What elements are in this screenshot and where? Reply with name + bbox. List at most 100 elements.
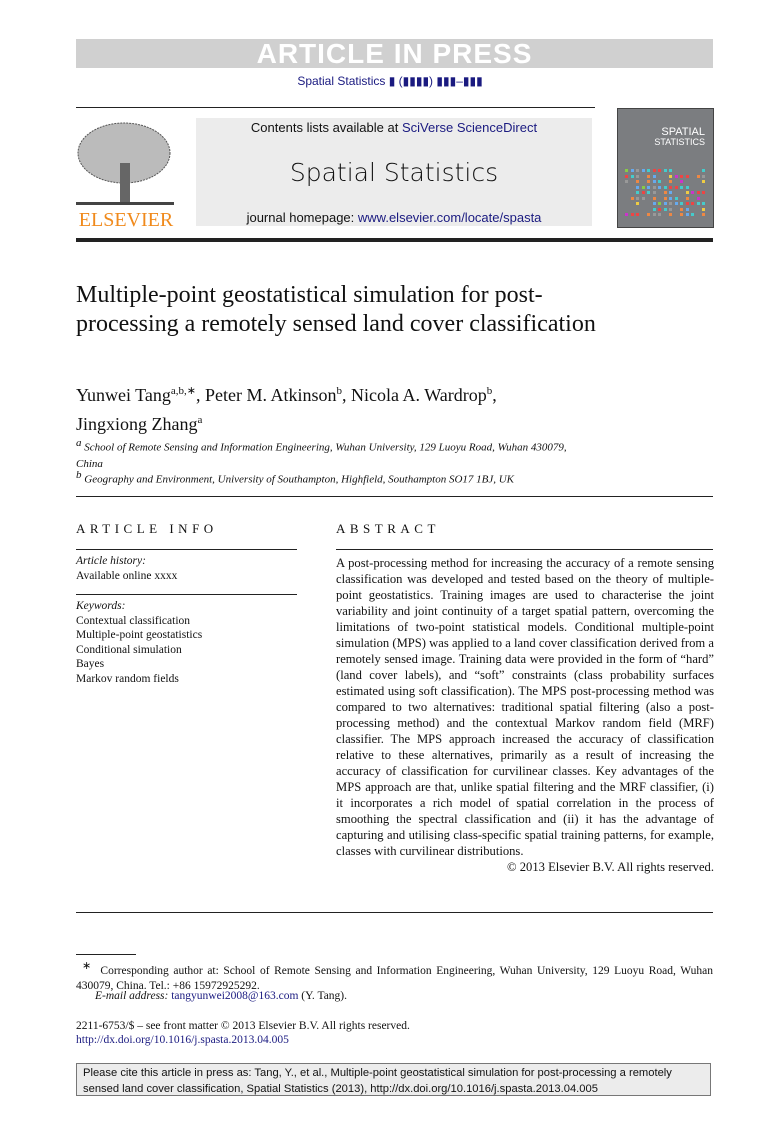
cover-dot [702,180,705,183]
cover-dot [652,213,656,216]
cover-dot [658,169,661,172]
cover-dot [685,207,689,211]
cover-dot [652,207,656,211]
cover-dot [696,191,700,194]
cover-dot [625,169,628,172]
cover-dot [652,196,656,200]
cover-dot [647,191,650,194]
cover-dot [696,174,700,178]
doi-link[interactable]: http://dx.doi.org/10.1016/j.spasta.2013.… [76,1033,713,1048]
cover-dot [636,180,639,183]
affiliation: b Geography and Environment, University … [76,469,515,486]
cover-dot [663,207,667,211]
cover-dot [702,213,705,216]
cover-dot [669,191,672,194]
cover-dot [685,191,689,194]
cover-dot [680,207,683,211]
cover-dot [658,202,661,205]
cover-dot [691,213,694,216]
cover-dot [652,185,656,189]
keyword: Markov random fields [76,672,179,685]
cover-dot [630,213,634,216]
keyword: Conditional simulation [76,643,182,656]
cover-dot [674,185,678,189]
cover-dot [663,185,667,189]
cover-dot [658,213,661,216]
cover-dot [680,213,683,216]
cover-dot [702,202,705,205]
divider [76,594,297,595]
cover-dot [652,202,656,205]
cover-dot [652,191,656,194]
cover-dot [636,169,639,172]
keyword: Multiple-point geostatistics [76,629,203,641]
article-history: Article history: Available online xxxx [76,555,178,582]
cover-title: STATISTICS [654,137,705,147]
cover-dot [652,180,656,183]
cover-dot [658,180,661,183]
cover-dot [663,169,667,172]
author-list: Yunwei Tanga,b,∗, Peter M. Atkinsonb, Ni… [76,379,676,437]
email-link[interactable]: tangyunwei2008@163.com [171,990,298,1002]
cover-dot [680,185,683,189]
cover-dot [691,191,694,194]
cover-dot [669,213,672,216]
article-info-heading: ARTICLE INFO [76,521,218,536]
cover-dot [680,202,683,205]
cover-dot [647,169,650,172]
author: Peter M. Atkinsonb, [205,385,352,405]
divider [76,549,297,550]
cover-dot [702,174,705,178]
sciencedirect-link[interactable]: SciVerse ScienceDirect [402,120,537,135]
cover-dot [680,180,683,183]
divider [76,496,713,497]
cover-dot [647,180,650,183]
cover-dot [636,213,639,216]
cover-dot [630,196,634,200]
cover-dot [625,174,628,178]
cover-dot [658,185,661,189]
cover-dot [685,185,689,189]
cover-dot [625,213,628,216]
contents-prefix: Contents lists available at [250,120,402,135]
divider [76,107,595,108]
cover-dot [641,196,645,200]
cover-dot [663,202,667,205]
citation-box: Please cite this article in press as: Ta… [76,1063,711,1096]
paper-page: ARTICLE IN PRESS Spatial Statistics ▮ (▮… [0,0,780,1134]
cover-dot [641,169,645,172]
copyright: © 2013 Elsevier B.V. All rights reserved… [507,860,714,874]
front-matter: 2211-6753/$ – see front matter © 2013 El… [76,1020,410,1032]
journal-reference: Spatial Statistics ▮ (▮▮▮▮) ▮▮▮–▮▮▮ [297,74,483,88]
journal-cover-image: SPATIAL STATISTICS [617,108,714,228]
author: Yunwei Tanga,b,∗, [76,385,206,405]
cover-dot [702,207,705,211]
cover-dot [685,174,689,178]
cover-dot [702,191,705,194]
cover-dot [630,169,634,172]
cover-dot [641,191,645,194]
article-in-press-banner: ARTICLE IN PRESS [76,39,713,68]
journal-header-box: Contents lists available at SciVerse Sci… [196,118,592,226]
homepage-prefix: journal homepage: [246,210,358,225]
cover-dot-pattern [625,169,707,221]
header-rule [76,238,713,242]
cover-dot [636,191,639,194]
cover-dot [691,202,694,205]
cover-dot [674,202,678,205]
footnote-rule [76,954,136,955]
keyword: Bayes [76,658,105,670]
homepage-link[interactable]: www.elsevier.com/locate/spasta [358,210,542,225]
cover-dot [652,169,656,172]
cover-dot [696,196,700,200]
abstract-text: A post-processing method for increasing … [336,556,714,858]
cover-dot [669,207,672,211]
email-note: E-mail address: tangyunwei2008@163.com (… [95,990,348,1002]
contents-line: Contents lists available at SciVerse Sci… [196,120,592,135]
cover-dot [647,213,650,216]
cover-dot [669,180,672,183]
cover-dot [658,207,661,211]
cover-dot [674,174,678,178]
cover-dot [669,202,672,205]
abstract-heading: ABSTRACT [336,521,440,536]
